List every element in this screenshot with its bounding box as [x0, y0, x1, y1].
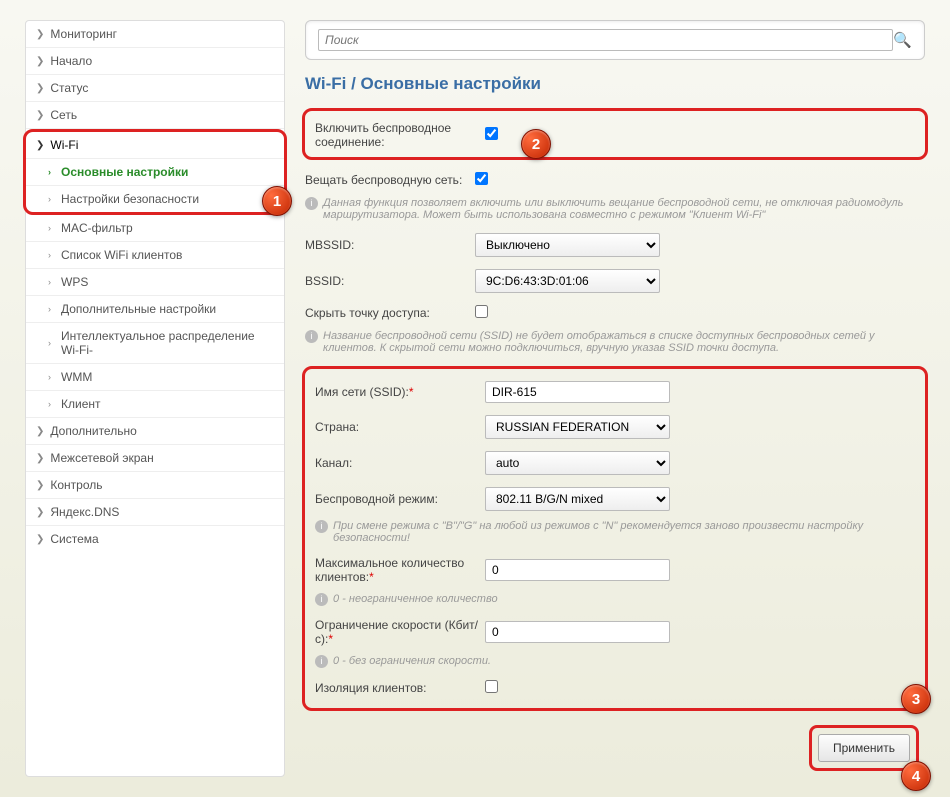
mbssid-select[interactable]: Выключено [475, 233, 660, 257]
bullet-icon: › [48, 277, 51, 287]
chevron-right-icon: ❯ [36, 534, 44, 545]
chevron-right-icon: ❯ [36, 507, 44, 518]
chevron-right-icon: ❯ [36, 29, 44, 40]
channel-label: Канал: [315, 456, 485, 470]
max-clients-hint: i0 - неограниченное количество [315, 590, 915, 612]
hide-ap-label: Скрыть точку доступа: [305, 306, 475, 320]
nav-status[interactable]: ❯Статус [26, 75, 284, 102]
nav-wifi-mac[interactable]: ›MAC-фильтр [26, 215, 284, 242]
speed-label: Ограничение скорости (Кбит/с):* [315, 618, 485, 646]
nav-wifi-clients[interactable]: ›Список WiFi клиентов [26, 242, 284, 269]
main-content: 🔍 Wi-Fi / Основные настройки Включить бе… [305, 20, 925, 777]
chevron-right-icon: ❯ [36, 426, 44, 437]
isolation-checkbox[interactable] [485, 680, 498, 693]
bullet-icon: › [48, 194, 51, 204]
hide-ap-checkbox[interactable] [475, 305, 488, 318]
badge-1: 1 [262, 186, 292, 216]
bullet-icon: › [48, 167, 51, 177]
nav-additional[interactable]: ❯Дополнительно [26, 418, 284, 445]
channel-select[interactable]: auto [485, 451, 670, 475]
bullet-icon: › [48, 399, 51, 409]
page-title: Wi-Fi / Основные настройки [305, 74, 925, 94]
nav-firewall[interactable]: ❯Межсетевой экран [26, 445, 284, 472]
nav-wifi-wmm[interactable]: ›WMM [26, 364, 284, 391]
sidebar: ❯Мониторинг ❯Начало ❯Статус ❯Сеть ❯Wi-Fi… [25, 20, 285, 777]
bullet-icon: › [48, 372, 51, 382]
search-input[interactable] [318, 29, 893, 51]
badge-3: 3 [901, 684, 931, 714]
bullet-icon: › [48, 304, 51, 314]
nav-monitoring[interactable]: ❯Мониторинг [26, 21, 284, 48]
mbssid-label: MBSSID: [305, 238, 475, 252]
info-icon: i [315, 593, 328, 606]
nav-network[interactable]: ❯Сеть [26, 102, 284, 129]
apply-button[interactable]: Применить [818, 734, 910, 762]
mode-select[interactable]: 802.11 B/G/N mixed [485, 487, 670, 511]
broadcast-checkbox[interactable] [475, 172, 488, 185]
badge-4: 4 [901, 761, 931, 791]
bullet-icon: › [48, 250, 51, 260]
nav-wifi-wps[interactable]: ›WPS [26, 269, 284, 296]
bssid-label: BSSID: [305, 274, 475, 288]
nav-wifi-security[interactable]: ›Настройки безопасности 1 [26, 186, 284, 212]
bullet-icon: › [48, 338, 51, 348]
mode-hint: iПри смене режима с "B"/"G" на любой из … [315, 517, 915, 550]
bullet-icon: › [48, 223, 51, 233]
nav-start[interactable]: ❯Начало [26, 48, 284, 75]
nav-wifi[interactable]: ❯Wi-Fi [26, 132, 284, 159]
broadcast-hint: iДанная функция позволяет включить или в… [305, 194, 925, 227]
speed-hint: i0 - без ограничения скорости. [315, 652, 915, 674]
nav-wifi-basic[interactable]: ›Основные настройки [26, 159, 284, 186]
nav-system[interactable]: ❯Система [26, 526, 284, 552]
country-label: Страна: [315, 420, 485, 434]
speed-input[interactable] [485, 621, 670, 643]
ssid-label: Имя сети (SSID):* [315, 385, 485, 399]
chevron-down-icon: ❯ [36, 140, 44, 151]
chevron-right-icon: ❯ [36, 83, 44, 94]
nav-yandexdns[interactable]: ❯Яндекс.DNS [26, 499, 284, 526]
ssid-input[interactable] [485, 381, 670, 403]
bssid-select[interactable]: 9C:D6:43:3D:01:06 [475, 269, 660, 293]
enable-wireless-box: Включить беспроводное соединение: 2 [302, 108, 928, 160]
hide-ap-hint: iНазвание беспроводной сети (SSID) не бу… [305, 327, 925, 360]
search-icon: 🔍 [893, 31, 912, 49]
chevron-right-icon: ❯ [36, 453, 44, 464]
chevron-right-icon: ❯ [36, 56, 44, 67]
info-icon: i [305, 330, 318, 343]
chevron-right-icon: ❯ [36, 110, 44, 121]
search-bar[interactable]: 🔍 [305, 20, 925, 60]
info-icon: i [305, 197, 318, 210]
nav-control[interactable]: ❯Контроль [26, 472, 284, 499]
settings-box: Имя сети (SSID):* Страна: RUSSIAN FEDERA… [302, 366, 928, 711]
isolation-label: Изоляция клиентов: [315, 681, 485, 695]
nav-wifi-client[interactable]: ›Клиент [26, 391, 284, 418]
info-icon: i [315, 655, 328, 668]
nav-wifi-advanced[interactable]: ›Дополнительные настройки [26, 296, 284, 323]
enable-wireless-checkbox[interactable] [485, 127, 498, 140]
chevron-right-icon: ❯ [36, 480, 44, 491]
max-clients-label: Максимальное количество клиентов:* [315, 556, 485, 584]
enable-wireless-label: Включить беспроводное соединение: [315, 121, 485, 149]
nav-wifi-smart[interactable]: ›Интеллектуальное распределение Wi-Fi- [26, 323, 284, 364]
info-icon: i [315, 520, 328, 533]
badge-2: 2 [521, 129, 551, 159]
country-select[interactable]: RUSSIAN FEDERATION [485, 415, 670, 439]
broadcast-label: Вещать беспроводную сеть: [305, 173, 475, 187]
max-clients-input[interactable] [485, 559, 670, 581]
mode-label: Беспроводной режим: [315, 492, 485, 506]
